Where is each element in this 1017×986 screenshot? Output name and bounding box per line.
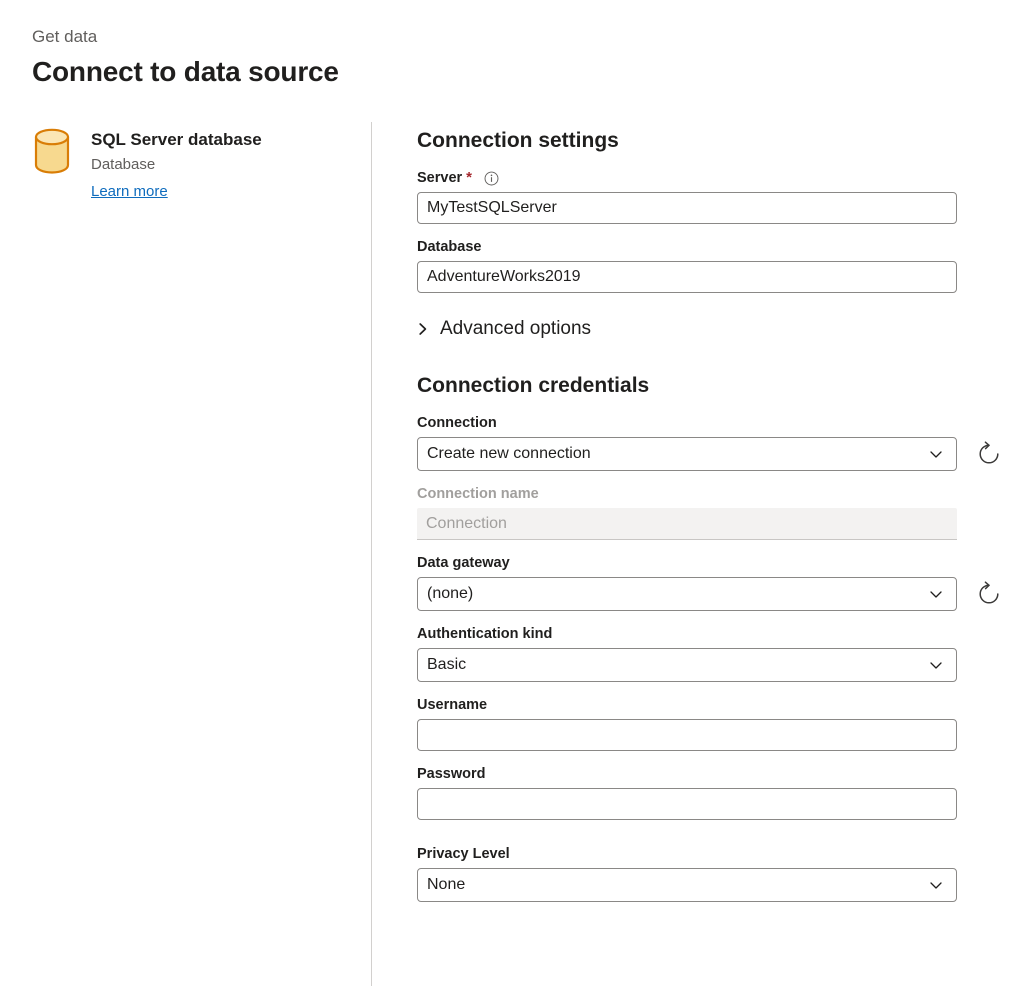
page-header: Get data Connect to data source xyxy=(32,26,932,90)
data-gateway-field: Data gateway (none) xyxy=(417,553,1017,611)
privacy-level-dropdown[interactable]: None xyxy=(417,868,957,902)
server-label-row: Server * xyxy=(417,168,1017,188)
database-input[interactable] xyxy=(417,261,957,293)
connection-form-pane: Connection settings Server * Database xyxy=(417,127,1017,902)
database-label-row: Database xyxy=(417,237,1017,257)
required-marker: * xyxy=(466,171,472,185)
authentication-kind-label-row: Authentication kind xyxy=(417,624,1017,644)
breadcrumb-get-data: Get data xyxy=(32,26,932,48)
connection-dropdown[interactable]: Create new connection xyxy=(417,437,957,471)
data-gateway-dropdown-value: (none) xyxy=(427,578,929,610)
field-group-spacer xyxy=(417,820,1017,831)
advanced-options-label: Advanced options xyxy=(440,316,591,342)
database-cylinder-icon xyxy=(32,127,72,175)
authentication-kind-field: Authentication kind Basic xyxy=(417,624,1017,682)
connection-label: Connection xyxy=(417,413,497,433)
data-source-name: SQL Server database xyxy=(91,128,262,151)
privacy-level-label: Privacy Level xyxy=(417,844,510,864)
chevron-down-icon xyxy=(929,878,943,892)
data-source-summary-pane: SQL Server database Database Learn more xyxy=(32,125,342,202)
username-field: Username xyxy=(417,695,1017,751)
connection-settings-heading: Connection settings xyxy=(417,127,1017,155)
database-field: Database xyxy=(417,237,1017,293)
connection-name-input xyxy=(417,508,957,540)
password-label-row: Password xyxy=(417,764,1017,784)
connection-dropdown-value: Create new connection xyxy=(427,438,929,470)
authentication-kind-dropdown[interactable]: Basic xyxy=(417,648,957,682)
data-gateway-label: Data gateway xyxy=(417,553,510,573)
connection-field: Connection Create new connection xyxy=(417,413,1017,471)
connection-credentials-heading: Connection credentials xyxy=(417,372,1017,400)
advanced-options-toggle[interactable]: Advanced options xyxy=(417,316,1017,342)
data-source-row: SQL Server database Database Learn more xyxy=(32,125,342,202)
username-label-row: Username xyxy=(417,695,1017,715)
page-title: Connect to data source xyxy=(32,54,932,90)
chevron-right-icon xyxy=(417,322,429,336)
info-icon[interactable] xyxy=(484,171,499,186)
chevron-down-icon xyxy=(929,447,943,461)
username-input[interactable] xyxy=(417,719,957,751)
server-input[interactable] xyxy=(417,192,957,224)
privacy-level-field: Privacy Level None xyxy=(417,844,1017,902)
refresh-data-gateway-icon[interactable] xyxy=(974,579,1004,609)
section-spacer xyxy=(417,342,1017,372)
data-source-text: SQL Server database Database Learn more xyxy=(91,125,262,202)
password-input[interactable] xyxy=(417,788,957,820)
data-gateway-dropdown[interactable]: (none) xyxy=(417,577,957,611)
authentication-kind-dropdown-value: Basic xyxy=(427,649,929,681)
connection-name-label: Connection name xyxy=(417,484,539,504)
learn-more-link[interactable]: Learn more xyxy=(91,181,168,202)
chevron-down-icon xyxy=(929,587,943,601)
connection-name-label-row: Connection name xyxy=(417,484,1017,504)
privacy-level-label-row: Privacy Level xyxy=(417,844,1017,864)
database-label: Database xyxy=(417,237,481,257)
chevron-down-icon xyxy=(929,658,943,672)
data-source-kind: Database xyxy=(91,154,262,175)
username-label: Username xyxy=(417,695,487,715)
server-field: Server * xyxy=(417,168,1017,224)
connection-label-row: Connection xyxy=(417,413,1017,433)
data-gateway-control-row: (none) xyxy=(417,577,1017,611)
refresh-connection-icon[interactable] xyxy=(974,439,1004,469)
connection-control-row: Create new connection xyxy=(417,437,1017,471)
authentication-kind-label: Authentication kind xyxy=(417,624,552,644)
privacy-level-dropdown-value: None xyxy=(427,869,929,901)
connection-name-field: Connection name xyxy=(417,484,1017,540)
vertical-divider xyxy=(371,122,372,986)
password-field: Password xyxy=(417,764,1017,820)
data-gateway-label-row: Data gateway xyxy=(417,553,1017,573)
server-label: Server xyxy=(417,168,462,188)
password-label: Password xyxy=(417,764,486,784)
